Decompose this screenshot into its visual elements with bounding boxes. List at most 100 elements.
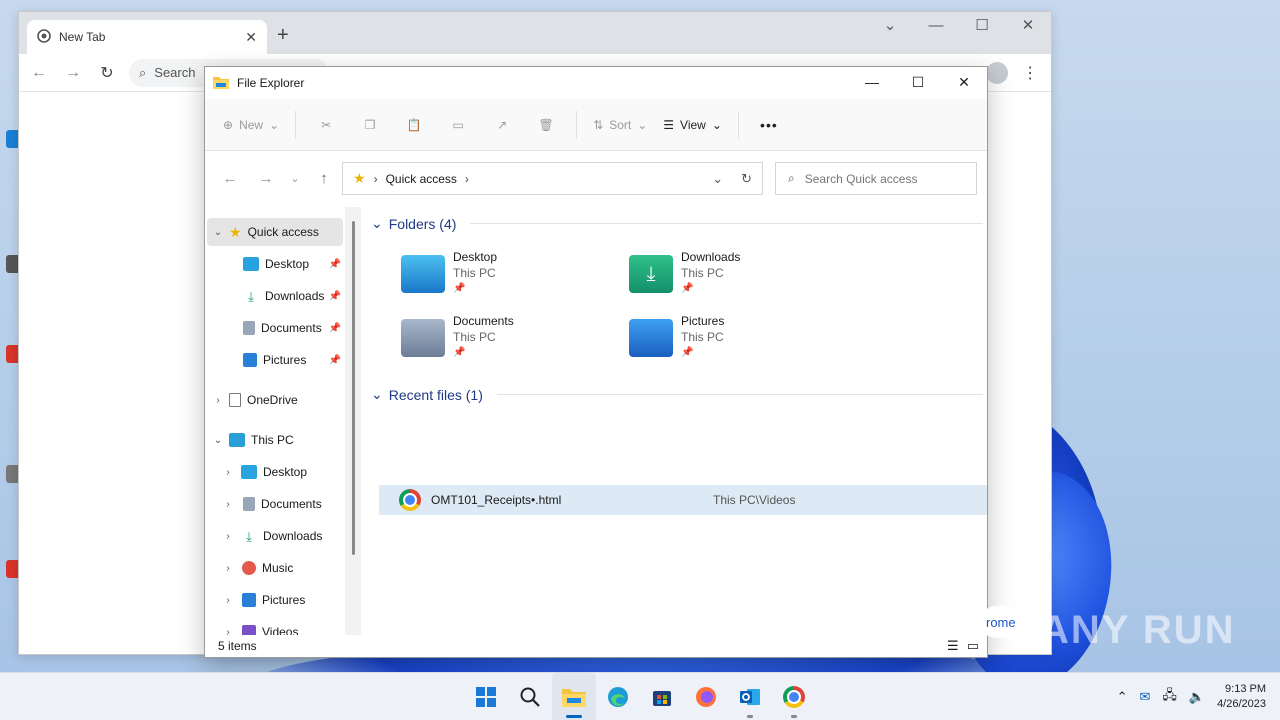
computer-icon	[229, 433, 245, 447]
rename-button[interactable]: ▭	[438, 107, 478, 143]
pin-icon: 📌	[681, 283, 694, 294]
up-icon[interactable]: ↑	[309, 170, 339, 187]
chevron-right-icon[interactable]: ›	[221, 531, 235, 542]
recent-file-row[interactable]: OMT101_Receipts•.html This PC\Videos	[379, 485, 987, 515]
chrome-menu-icon[interactable]: ⋮	[1022, 63, 1038, 83]
copy-button[interactable]: ❐	[350, 107, 390, 143]
address-actions: ⌄ ↻	[712, 171, 752, 187]
forward-icon[interactable]: →	[61, 64, 85, 82]
chrome-tab[interactable]: New Tab ✕	[27, 20, 267, 54]
chevron-down-icon[interactable]: ⌄	[371, 386, 383, 403]
close-button[interactable]: ✕	[941, 67, 987, 97]
network-icon[interactable]: 🖧	[1162, 686, 1177, 708]
share-icon: ↗	[497, 117, 508, 132]
address-history-icon[interactable]: ⌄	[712, 171, 723, 187]
recent-group-header[interactable]: ⌄ Recent files (1)	[371, 386, 983, 403]
new-button[interactable]: ⊕ New ⌄	[217, 107, 285, 143]
search-input[interactable]	[804, 171, 955, 186]
nav-label: Music	[262, 561, 294, 575]
taskbar-chrome[interactable]	[772, 673, 816, 720]
share-button[interactable]: ↗	[482, 107, 522, 143]
nav-item-documents[interactable]: Documents 📌	[207, 314, 343, 342]
address-segment[interactable]: Quick access	[386, 172, 457, 186]
nav-item-pc-downloads[interactable]: › ⤓ Downloads	[207, 522, 343, 550]
delete-button[interactable]: 🗑	[526, 107, 566, 143]
nav-item-pictures[interactable]: Pictures 📌	[207, 346, 343, 374]
details-view-icon[interactable]: ☰	[947, 638, 959, 654]
recent-locations-icon[interactable]: ⌄	[287, 172, 303, 185]
paste-button[interactable]: 📋	[394, 107, 434, 143]
cut-button[interactable]: ✂	[306, 107, 346, 143]
view-button[interactable]: ☰ View ⌄	[657, 107, 728, 143]
running-indicator	[747, 715, 753, 718]
nav-item-quick-access[interactable]: ⌄ ★ Quick access	[207, 218, 343, 246]
chevron-right-icon[interactable]: ›	[211, 395, 225, 406]
taskbar-outlook[interactable]	[728, 673, 772, 720]
chevron-right-icon[interactable]: ›	[465, 172, 469, 186]
scrollbar-thumb[interactable]	[352, 221, 355, 555]
minimize-button[interactable]: —	[849, 67, 895, 97]
address-bar[interactable]: ★ › Quick access › ⌄ ↻	[342, 162, 763, 195]
chrome-notification[interactable]: rome	[980, 606, 1036, 638]
chevron-down-icon[interactable]: ⌄	[211, 227, 225, 238]
folder-tile-documents[interactable]: Documents This PC 📌	[401, 313, 601, 371]
download-icon: ⤓	[248, 289, 254, 304]
chevron-right-icon[interactable]: ›	[221, 627, 235, 636]
nav-item-this-pc[interactable]: ⌄ This PC	[207, 426, 343, 454]
tab-search-icon[interactable]: ⌄	[867, 12, 913, 42]
nav-item-desktop[interactable]: Desktop 📌	[207, 250, 343, 278]
onedrive-icon	[229, 393, 241, 407]
clock-date: 4/26/2023	[1217, 698, 1266, 710]
outlook-tray-icon[interactable]: ✉	[1139, 689, 1150, 705]
nav-item-pc-pictures[interactable]: › Pictures	[207, 586, 343, 614]
nav-item-downloads[interactable]: ⤓ Downloads 📌	[207, 282, 343, 310]
nav-label: Pictures	[263, 353, 307, 367]
folder-tile-desktop[interactable]: Desktop This PC 📌	[401, 249, 601, 307]
maximize-button[interactable]: ☐	[895, 67, 941, 97]
profile-avatar[interactable]	[986, 62, 1009, 84]
new-tab-button[interactable]: +	[277, 24, 289, 47]
nav-item-onedrive[interactable]: › OneDrive	[207, 386, 343, 414]
forward-icon[interactable]: →	[251, 170, 281, 187]
back-icon[interactable]: ←	[215, 170, 245, 187]
see-more-button[interactable]: •••	[749, 107, 789, 143]
start-button[interactable]	[464, 673, 508, 720]
chevron-down-icon[interactable]: ⌄	[211, 435, 225, 446]
taskbar-firefox[interactable]	[684, 673, 728, 720]
nav-item-pc-desktop[interactable]: › Desktop	[207, 458, 343, 486]
taskbar-edge[interactable]	[596, 673, 640, 720]
nav-item-pc-videos[interactable]: › Videos	[207, 618, 343, 635]
watermark: ANY RUN	[1040, 608, 1236, 652]
clock[interactable]: 9:13 PM 4/26/2023	[1217, 682, 1266, 712]
sort-button[interactable]: ⇅ Sort ⌄	[587, 107, 653, 143]
volume-icon[interactable]: 🔈	[1189, 689, 1205, 705]
search-button[interactable]	[508, 673, 552, 720]
folders-group-header[interactable]: ⌄ Folders (4)	[371, 215, 983, 232]
taskbar-store[interactable]	[640, 673, 684, 720]
nav-scrollbar[interactable]	[345, 207, 361, 635]
chevron-right-icon[interactable]: ›	[221, 499, 235, 510]
nav-item-pc-documents[interactable]: › Documents	[207, 490, 343, 518]
chevron-right-icon[interactable]: ›	[221, 467, 235, 478]
chevron-down-icon[interactable]: ⌄	[371, 215, 383, 232]
chevron-right-icon[interactable]: ›	[221, 595, 235, 606]
close-button[interactable]: ✕	[1005, 12, 1051, 42]
tiles-view-icon[interactable]: ▭	[967, 638, 979, 654]
chevron-right-icon[interactable]: ›	[221, 563, 235, 574]
refresh-icon[interactable]: ↻	[741, 171, 752, 187]
chevron-up-icon[interactable]: ⌃	[1117, 689, 1128, 705]
minimize-button[interactable]: —	[913, 12, 959, 42]
close-tab-icon[interactable]: ✕	[245, 29, 257, 46]
folder-tile-downloads[interactable]: ⤓ Downloads This PC 📌	[629, 249, 829, 307]
folder-tile-pictures[interactable]: Pictures This PC 📌	[629, 313, 829, 371]
reload-icon[interactable]: ↻	[95, 63, 119, 83]
maximize-button[interactable]: ☐	[959, 12, 1005, 42]
clipboard-icon: 📋	[406, 117, 422, 132]
back-icon[interactable]: ←	[27, 64, 51, 82]
nav-label: Documents	[261, 321, 322, 335]
pin-icon: 📌	[328, 354, 341, 366]
taskbar-file-explorer[interactable]	[552, 673, 596, 720]
videos-icon	[242, 625, 256, 635]
nav-item-pc-music[interactable]: › Music	[207, 554, 343, 582]
search-box[interactable]: ⌕	[775, 162, 977, 195]
